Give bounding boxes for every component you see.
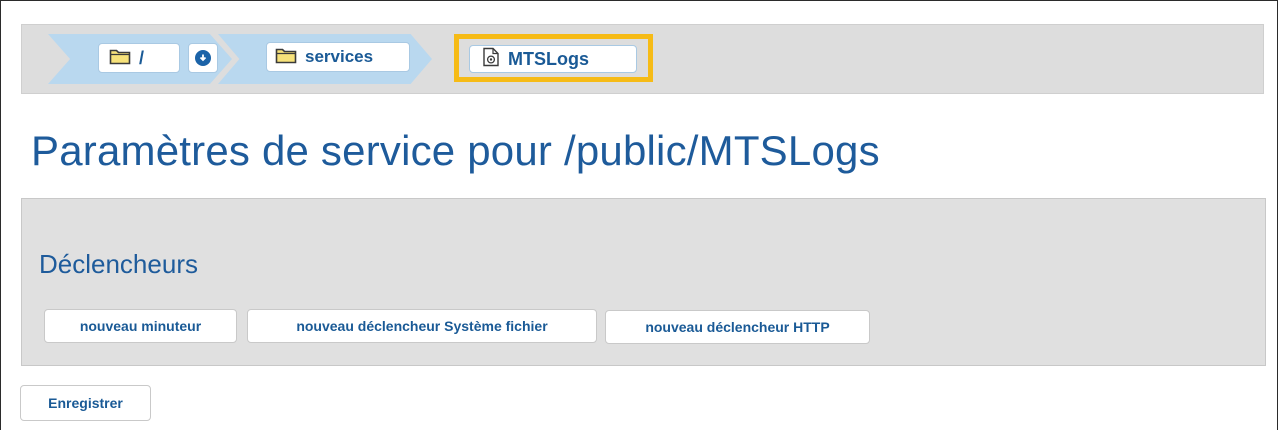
save-button[interactable]: Enregistrer xyxy=(20,385,151,421)
breadcrumb-item-services[interactable]: services xyxy=(266,42,410,72)
service-file-icon xyxy=(482,47,500,72)
breadcrumb-item-root[interactable]: / xyxy=(98,43,180,73)
triggers-panel: Déclencheurs nouveau minuteur nouveau dé… xyxy=(21,198,1266,366)
breadcrumb-services-label: services xyxy=(305,47,374,66)
new-timer-button[interactable]: nouveau minuteur xyxy=(44,309,237,343)
download-icon xyxy=(195,50,211,66)
page-frame: / services MTSLogs Paramètres de service… xyxy=(0,0,1278,430)
breadcrumb-current-highlight: MTSLogs xyxy=(454,34,653,82)
folder-icon xyxy=(275,46,297,69)
folder-icon xyxy=(109,47,131,70)
new-filesystem-trigger-button[interactable]: nouveau déclencheur Système fichier xyxy=(247,309,597,343)
breadcrumb: / services MTSLogs xyxy=(21,24,1264,94)
new-http-trigger-button[interactable]: nouveau déclencheur HTTP xyxy=(605,310,870,344)
page-title: Paramètres de service pour /public/MTSLo… xyxy=(31,127,880,174)
breadcrumb-root-label: / xyxy=(139,47,145,68)
breadcrumb-current-label: MTSLogs xyxy=(508,48,589,69)
breadcrumb-download-button[interactable] xyxy=(188,43,218,73)
triggers-heading: Déclencheurs xyxy=(39,249,198,279)
breadcrumb-item-current[interactable]: MTSLogs xyxy=(469,45,637,73)
